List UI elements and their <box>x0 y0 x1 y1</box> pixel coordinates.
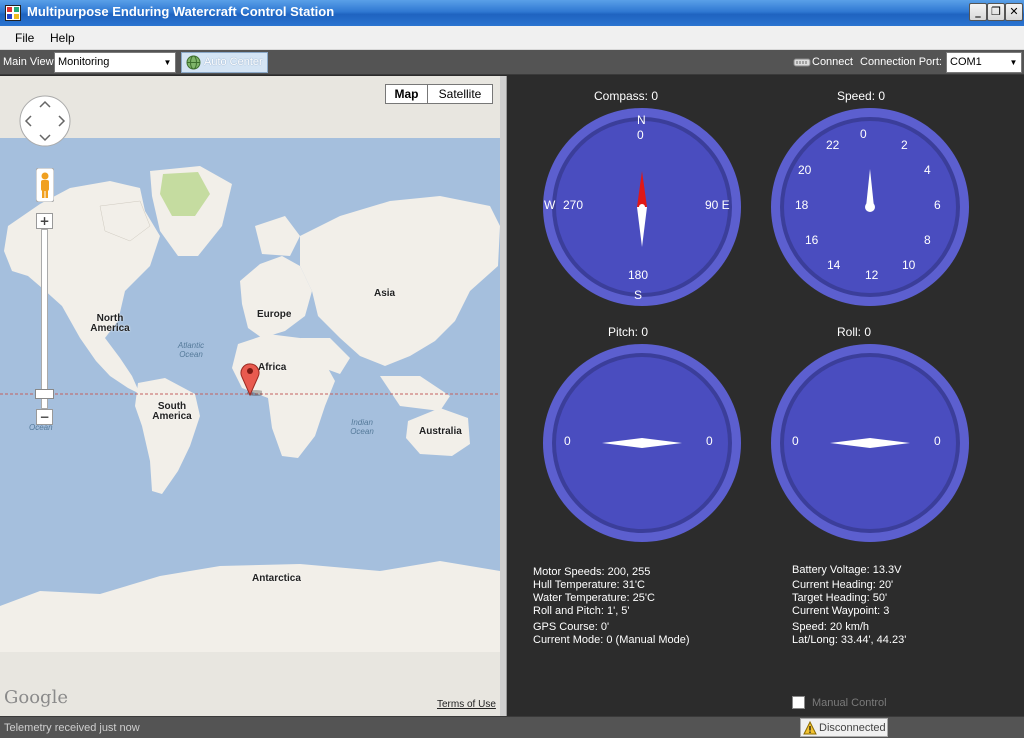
chevron-down-icon[interactable]: ▼ <box>160 53 175 72</box>
window-title: Multipurpose Enduring Watercraft Control… <box>27 4 335 19</box>
connection-port-select[interactable]: COM1 ▼ <box>946 52 1022 73</box>
terms-of-use-link[interactable]: Terms of Use <box>437 699 496 710</box>
location-marker-icon[interactable] <box>240 361 262 397</box>
label-antarctica: Antarctica <box>252 573 301 584</box>
dashboard-pane: Compass: 0 N 0 90 E W 270 180 S Speed: 0… <box>508 76 1024 716</box>
minimize-button[interactable]: _ <box>969 3 987 21</box>
label-north-america: North America <box>90 313 130 334</box>
speed-text: Speed: 20 km/h <box>792 621 870 633</box>
label-australia: Australia <box>419 426 462 437</box>
label-africa: Africa <box>258 362 287 373</box>
connection-status: Disconnected <box>800 718 888 737</box>
connection-port-label: Connection Port: <box>860 56 942 68</box>
motor-speeds-text: Motor Speeds: 200, 255 <box>533 566 651 578</box>
main-view-value: Monitoring <box>58 56 110 68</box>
pan-control[interactable] <box>18 94 72 148</box>
speed-tick-8: 8 <box>924 233 931 247</box>
speed-tick-14: 14 <box>827 258 841 272</box>
lat-long-text: Lat/Long: 33.44', 44.23' <box>792 634 907 646</box>
speed-tick-0: 0 <box>860 127 867 141</box>
restore-button[interactable]: ❐ <box>987 3 1005 21</box>
pitch-right-label: 0 <box>706 434 713 448</box>
telemetry-left: Motor Speeds: 200, 255 Hull Temperature:… <box>533 566 690 647</box>
speed-tick-20: 20 <box>798 163 812 177</box>
zoom-slider-track[interactable] <box>41 229 48 409</box>
chevron-down-icon[interactable]: ▼ <box>1006 53 1021 72</box>
compass-n-deg-label: 0 <box>637 128 644 142</box>
checkbox-box[interactable] <box>792 696 805 709</box>
manual-control-label[interactable]: Manual Control <box>812 697 887 709</box>
speed-tick-22: 22 <box>826 138 840 152</box>
roll-pitch-text: Roll and Pitch: 1', 5' <box>533 605 630 617</box>
compass-w-label: W <box>544 198 556 212</box>
speed-tick-10: 10 <box>902 258 916 272</box>
map-pane[interactable]: Map Satellite + − North America South Am… <box>0 76 507 716</box>
label-europe: Europe <box>257 309 292 320</box>
label-atlantic-ocean: Atlantic Ocean <box>177 341 205 359</box>
main-window: Multipurpose Enduring Watercraft Control… <box>0 0 1024 738</box>
gps-course-text: GPS Course: 0' <box>533 621 610 633</box>
speed-tick-6: 6 <box>934 198 941 212</box>
compass-e-label: 90 E <box>705 198 730 212</box>
connection-status-label: Disconnected <box>819 722 886 734</box>
label-ocean-fragment: Ocean <box>29 423 53 432</box>
menu-help[interactable]: Help <box>50 31 75 45</box>
speed-tick-2: 2 <box>901 138 908 152</box>
menu-file[interactable]: File <box>15 31 34 45</box>
connection-port-value: COM1 <box>950 56 982 68</box>
roll-left-label: 0 <box>792 434 799 448</box>
main-view-label: Main View <box>3 56 54 68</box>
map-type-map-button[interactable]: Map <box>385 84 428 104</box>
water-temperature-text: Water Temperature: 25'C <box>533 592 655 604</box>
compass-s-deg-label: 180 <box>628 268 649 282</box>
auto-center-label: Auto Center <box>204 56 263 68</box>
auto-center-button[interactable]: Auto Center <box>181 52 268 73</box>
status-message: Telemetry received just now <box>4 722 140 734</box>
google-logo: Google <box>4 687 68 708</box>
warning-icon <box>803 721 817 735</box>
map-type-satellite-button[interactable]: Satellite <box>427 84 493 104</box>
zoom-in-button[interactable]: + <box>36 213 53 229</box>
close-button[interactable]: ✕ <box>1005 3 1023 21</box>
battery-voltage-text: Battery Voltage: 13.3V <box>792 564 902 576</box>
speed-tick-18: 18 <box>795 198 809 212</box>
compass-title: Compass: 0 <box>594 89 659 103</box>
current-heading-text: Current Heading: 20' <box>792 579 894 591</box>
roll-title: Roll: 0 <box>837 325 872 339</box>
label-south-america: South America <box>152 401 192 422</box>
zoom-slider-handle[interactable] <box>35 389 54 399</box>
toolbar: Main View Monitoring ▼ Auto Center Conne… <box>0 50 1024 75</box>
connect-button[interactable]: Connect <box>812 56 853 68</box>
pitch-title: Pitch: 0 <box>608 325 649 339</box>
status-bar: Telemetry received just now Disconnected <box>0 716 1024 738</box>
roll-right-label: 0 <box>934 434 941 448</box>
connect-icon[interactable] <box>793 56 811 69</box>
title-bar[interactable]: Multipurpose Enduring Watercraft Control… <box>0 0 1024 26</box>
compass-w-deg-label: 270 <box>563 198 584 212</box>
pegman-icon[interactable] <box>36 168 54 202</box>
speed-tick-4: 4 <box>924 163 931 177</box>
menu-bar: File Help <box>0 26 1024 50</box>
telemetry-right: Battery Voltage: 13.3V Current Heading: … <box>792 564 906 647</box>
compass-s-label: S <box>634 288 643 302</box>
speed-tick-16: 16 <box>805 233 819 247</box>
hull-temperature-text: Hull Temperature: 31'C <box>533 579 645 591</box>
globe-icon <box>186 55 201 70</box>
speed-tick-12: 12 <box>865 268 879 282</box>
current-waypoint-text: Current Waypoint: 3 <box>792 605 890 617</box>
app-icon <box>5 5 21 21</box>
current-mode-text: Current Mode: 0 (Manual Mode) <box>533 634 690 646</box>
label-asia: Asia <box>374 288 396 299</box>
compass-n-label: N <box>637 113 646 127</box>
label-indian-ocean: Indian Ocean <box>350 418 374 436</box>
pitch-left-label: 0 <box>564 434 571 448</box>
target-heading-text: Target Heading: 50' <box>792 592 888 604</box>
speed-title: Speed: 0 <box>837 89 886 103</box>
main-view-select[interactable]: Monitoring ▼ <box>54 52 176 73</box>
